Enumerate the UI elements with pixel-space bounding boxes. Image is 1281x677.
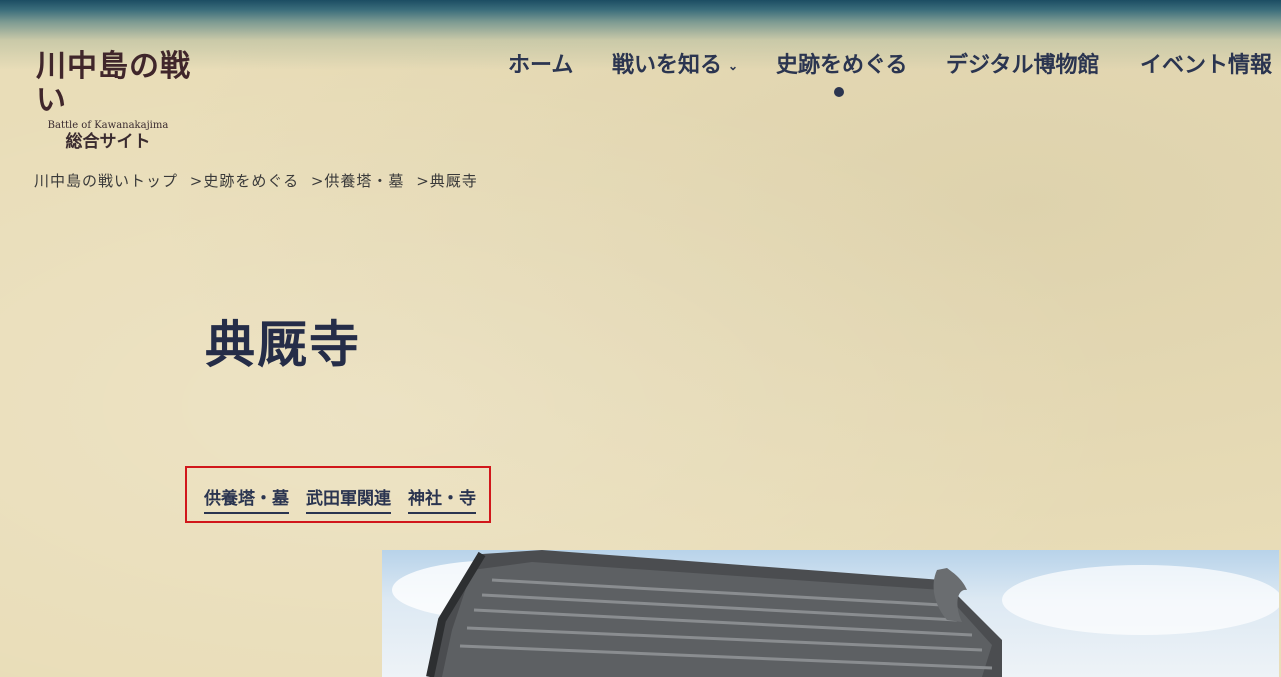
logo-subtitle: Battle of Kawanakajima	[47, 120, 169, 131]
breadcrumb-label: >史跡をめぐる	[189, 172, 300, 190]
nav-battle[interactable]: 戦いを知る ⌄	[612, 50, 738, 81]
tag-takeda[interactable]: 武田軍関連	[306, 488, 391, 514]
nav-events-label: イベント情報	[1140, 52, 1273, 78]
temple-photo	[382, 550, 1279, 677]
nav-home-label: ホーム	[508, 52, 574, 78]
breadcrumb-current: >典厩寺	[416, 172, 478, 190]
site-logo[interactable]: 川中島の戦い Battle of Kawanakajima 総合サイト	[36, 49, 220, 153]
nav-museum[interactable]: デジタル博物館	[946, 50, 1100, 80]
chevron-down-icon: ⌄	[728, 59, 739, 73]
nav-home[interactable]: ホーム	[508, 50, 573, 80]
tag-shrine-temple[interactable]: 神社・寺	[408, 488, 476, 514]
breadcrumb-item-top[interactable]: 川中島の戦いトップ	[34, 172, 184, 190]
nav-museum-label: デジタル博物館	[946, 52, 1100, 78]
logo-bottom: 総合サイト	[65, 132, 151, 152]
tag-memorial[interactable]: 供養塔・墓	[204, 488, 289, 514]
breadcrumb-item-sites[interactable]: >史跡をめぐる	[190, 172, 305, 190]
breadcrumb-item-memorial[interactable]: >供養塔・墓	[311, 172, 411, 190]
nav-sites[interactable]: 史跡をめぐる	[776, 50, 908, 97]
logo-title: 川中島の戦い	[36, 49, 191, 118]
nav-battle-label: 戦いを知る	[612, 52, 723, 78]
page-title: 典厩寺	[205, 315, 361, 374]
active-dot-icon	[834, 87, 844, 97]
main-nav: ホーム 戦いを知る ⌄ 史跡をめぐる デジタル博物館 イベント情報	[508, 50, 1281, 97]
nav-events[interactable]: イベント情報	[1140, 50, 1272, 80]
tag-list: 供養塔・墓 武田軍関連 神社・寺	[185, 466, 491, 523]
breadcrumb-label: 川中島の戦いトップ	[34, 172, 179, 190]
breadcrumb: 川中島の戦いトップ >史跡をめぐる >供養塔・墓 >典厩寺	[34, 170, 484, 191]
nav-sites-label: 史跡をめぐる	[776, 52, 908, 78]
breadcrumb-label: >供養塔・墓	[310, 172, 405, 190]
temple-roof-image	[392, 550, 1279, 677]
